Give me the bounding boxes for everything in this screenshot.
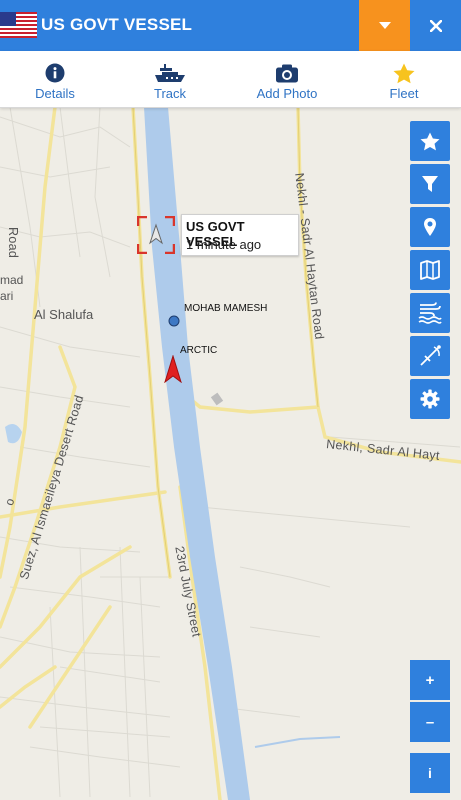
vessel-tabbar: Details Track Add Photo Fleet — [0, 51, 461, 108]
tab-details[interactable]: Details — [0, 51, 110, 107]
favorites-button[interactable] — [410, 121, 450, 161]
camera-icon — [276, 64, 298, 82]
us-flag-icon — [0, 12, 37, 38]
filter-icon — [422, 176, 438, 192]
place-label-al-shalufa: Al Shalufa — [34, 307, 94, 322]
map-view[interactable]: Al Shalufa Nekhl - Sadr Al Haytan Road N… — [0, 107, 461, 800]
map-icon — [420, 260, 440, 280]
tab-fleet-label: Fleet — [389, 86, 419, 101]
road-label-fragment: Road — [6, 227, 20, 259]
star-icon — [393, 63, 415, 83]
selected-vessel-target[interactable] — [137, 216, 175, 254]
gear-icon — [420, 389, 440, 409]
vessel-marker-mohab[interactable] — [168, 315, 180, 327]
tab-add-photo[interactable]: Add Photo — [232, 51, 342, 107]
location-pin-icon — [424, 218, 436, 236]
tab-details-label: Details — [35, 86, 75, 101]
compass-drafting-icon — [420, 345, 441, 366]
vessel-label-arctic: ARCTIC — [180, 345, 218, 356]
ship-icon — [155, 64, 185, 82]
info-icon — [45, 63, 65, 83]
settings-button[interactable] — [410, 379, 450, 419]
vessel-popup[interactable]: US GOVT VESSEL 1 minute ago — [181, 214, 299, 256]
place-label-fragment-ari: ari — [0, 289, 14, 303]
close-button[interactable] — [410, 0, 461, 51]
close-icon — [429, 19, 442, 32]
vessel-marker-arctic[interactable] — [164, 355, 182, 383]
map-layers-button[interactable] — [410, 250, 450, 290]
dropdown-button[interactable] — [359, 0, 410, 51]
tab-fleet[interactable]: Fleet — [349, 51, 459, 107]
star-icon — [420, 131, 440, 150]
tab-track-label: Track — [153, 86, 187, 101]
wind-waves-icon — [418, 302, 442, 324]
zoom-out-button[interactable]: – — [410, 702, 450, 742]
zoom-in-button[interactable]: + — [410, 660, 450, 700]
weather-button[interactable] — [410, 293, 450, 333]
info-button[interactable]: i — [410, 753, 450, 793]
measure-button[interactable] — [410, 336, 450, 376]
tab-track[interactable]: Track — [115, 51, 225, 107]
place-label-fragment-mad: mad — [0, 273, 24, 287]
filter-button[interactable] — [410, 164, 450, 204]
caret-down-icon — [378, 22, 391, 29]
tab-add-photo-label: Add Photo — [256, 86, 318, 101]
popup-last-seen: 1 minute ago — [186, 237, 262, 252]
vessel-title: US GOVT VESSEL — [41, 15, 193, 34]
vessel-label-mohab: MOHAB MAMESH — [184, 303, 268, 314]
vessel-header: US GOVT VESSEL — [0, 0, 461, 51]
location-button[interactable] — [410, 207, 450, 247]
